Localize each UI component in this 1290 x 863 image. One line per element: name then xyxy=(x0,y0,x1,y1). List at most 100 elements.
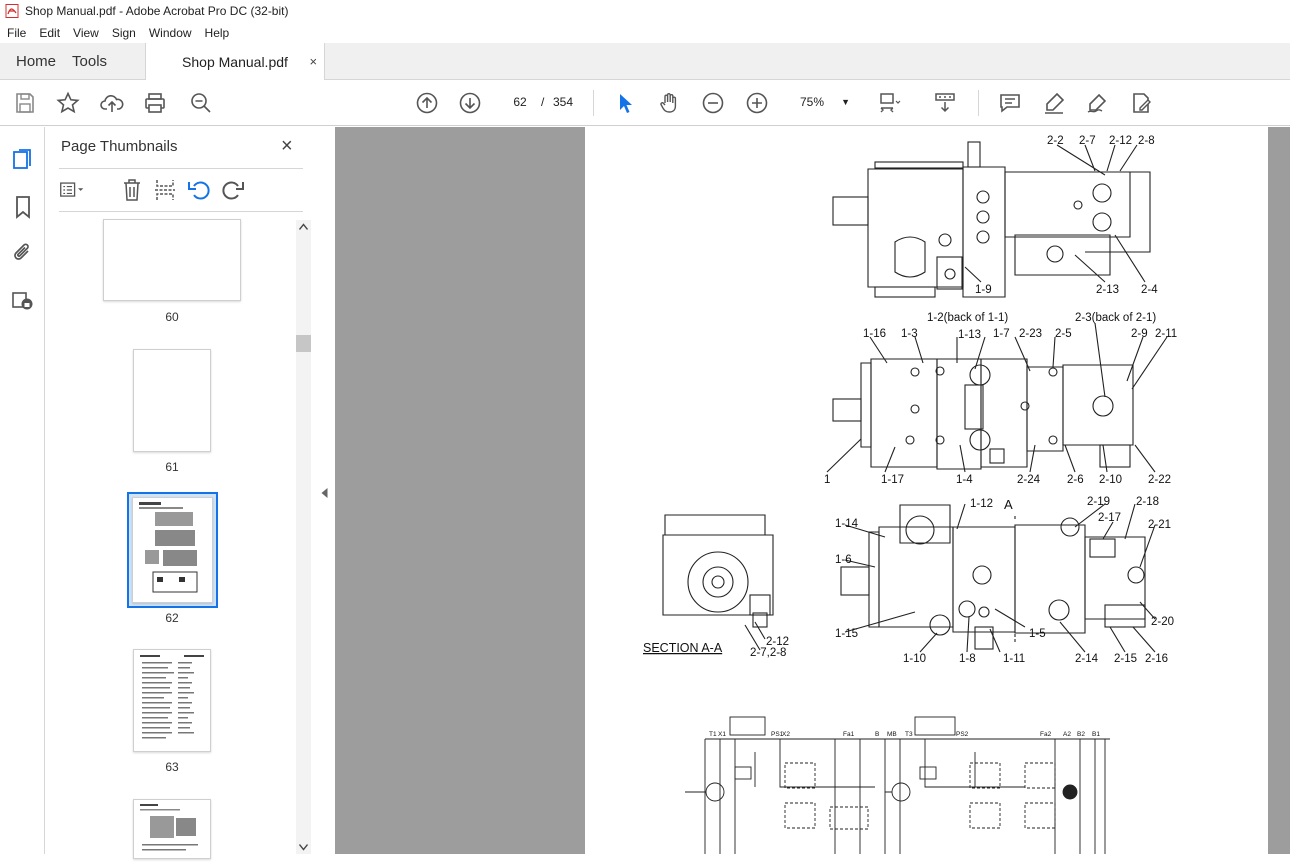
page-thumbnail[interactable] xyxy=(133,799,211,859)
panel-title: Page Thumbnails xyxy=(61,138,178,155)
collapse-left-icon[interactable] xyxy=(321,488,328,498)
document-scrollbar[interactable] xyxy=(1268,127,1290,854)
delete-page-icon[interactable] xyxy=(119,177,145,203)
diagram-label: 1-15 xyxy=(835,628,858,640)
divider xyxy=(59,211,303,212)
divider xyxy=(59,168,303,169)
menu-bar: File Edit View Sign Window Help xyxy=(0,22,1290,43)
fill-sign-icon[interactable] xyxy=(1128,90,1154,116)
schematic-label: PS2 xyxy=(956,731,969,738)
toolbar-divider xyxy=(593,90,594,116)
print-icon[interactable] xyxy=(142,90,168,116)
draw-sign-icon[interactable] xyxy=(1084,90,1110,116)
diagram-label: 2-12 xyxy=(1109,135,1132,147)
bookmark-icon[interactable] xyxy=(10,194,36,220)
thumbnail-label: 60 xyxy=(165,310,179,324)
diagram-label: 2-20 xyxy=(1151,616,1174,628)
diagram-label: 2-15 xyxy=(1114,653,1137,665)
diagram-label: 2-11 xyxy=(1155,328,1177,340)
collapse-panel-handle[interactable] xyxy=(313,127,335,854)
menu-sign[interactable]: Sign xyxy=(105,26,142,40)
menu-window[interactable]: Window xyxy=(142,26,198,40)
diagram-label: 1-5 xyxy=(1029,628,1046,640)
diagram-label: 2-19 xyxy=(1087,496,1110,508)
thumbnails-panel: Page Thumbnails × 60 61 62 63 xyxy=(45,127,313,859)
diagram-label: 1-3 xyxy=(901,328,918,340)
attachment-icon[interactable] xyxy=(10,240,36,266)
find-zoom-icon[interactable] xyxy=(188,90,214,116)
extract-pages-icon[interactable] xyxy=(152,177,178,203)
close-tab-icon[interactable]: × xyxy=(309,54,317,69)
diagram-label: 2-17 xyxy=(1098,512,1121,524)
tab-document[interactable]: Shop Manual.pdf × xyxy=(145,43,326,80)
highlight-pen-icon[interactable] xyxy=(1041,90,1067,116)
diagram-label: 2-9 xyxy=(1131,328,1148,340)
rotate-counterclockwise-icon[interactable] xyxy=(186,177,212,203)
page-thumbnail[interactable] xyxy=(133,349,211,452)
zoom-out-icon[interactable] xyxy=(700,90,726,116)
schematic-label: T3 xyxy=(905,731,913,738)
schematic-label: B xyxy=(875,731,879,738)
diagram-label: 1-7 xyxy=(993,328,1010,340)
diagram-label: A xyxy=(1004,497,1013,512)
scroll-up-icon[interactable] xyxy=(299,223,308,230)
menu-help[interactable]: Help xyxy=(198,26,236,40)
diagram-label: 2-10 xyxy=(1099,474,1122,486)
page-number-input[interactable]: 62 xyxy=(502,89,538,115)
diagram-label: 2-14 xyxy=(1075,653,1099,665)
diagram-label: 1-14 xyxy=(835,518,859,530)
document-viewer[interactable]: 2-2 2-7 2-12 2-8 1-9 2-13 2-4 1-2(back o… xyxy=(335,127,1290,854)
menu-edit[interactable]: Edit xyxy=(32,26,66,40)
diagram-label: 2-16 xyxy=(1145,653,1168,665)
close-panel-icon[interactable]: × xyxy=(281,135,293,158)
pdf-page: 2-2 2-7 2-12 2-8 1-9 2-13 2-4 1-2(back o… xyxy=(585,127,1268,854)
select-cursor-icon[interactable] xyxy=(612,90,638,116)
page-thumbnail[interactable] xyxy=(133,649,211,752)
diagram-label: 2-8 xyxy=(1138,135,1155,147)
schematic-label: MB xyxy=(887,731,897,738)
diagram-label: 1-17 xyxy=(881,474,904,486)
zoom-in-icon[interactable] xyxy=(744,90,770,116)
page-fit-icon[interactable] xyxy=(876,90,902,116)
diagram-label: 2-3(back of 2-1) xyxy=(1075,312,1156,324)
schematic-label: B1 xyxy=(1092,731,1100,738)
tab-bar: Home Tools Shop Manual.pdf × xyxy=(0,43,1290,80)
menu-file[interactable]: File xyxy=(0,26,32,40)
schematic-label: A2 xyxy=(1063,731,1071,738)
page-thumbnail[interactable] xyxy=(103,219,241,301)
thumbnail-drawing xyxy=(139,502,198,593)
scroll-mode-icon[interactable] xyxy=(932,90,958,116)
thumbnails-scrollbar[interactable] xyxy=(296,220,311,854)
comment-icon[interactable] xyxy=(997,90,1023,116)
options-menu-icon[interactable] xyxy=(59,177,85,203)
menu-view[interactable]: View xyxy=(66,26,105,40)
star-icon[interactable] xyxy=(55,90,81,116)
diagram-label: 1-16 xyxy=(863,328,886,340)
hand-tool-icon[interactable] xyxy=(656,90,682,116)
tab-tools[interactable]: Tools xyxy=(72,43,123,79)
security-lock-icon[interactable] xyxy=(10,287,36,313)
diagram-label: 2-21 xyxy=(1148,519,1171,531)
zoom-select[interactable]: 75% ▼ xyxy=(790,89,854,115)
scrollbar-thumb[interactable] xyxy=(296,335,311,352)
diagram-label: 1-13 xyxy=(958,329,981,341)
next-page-icon[interactable] xyxy=(457,90,483,116)
section-label: SECTION A-A xyxy=(643,641,723,655)
save-icon[interactable] xyxy=(12,90,38,116)
left-rail xyxy=(0,127,45,854)
toolbar-divider xyxy=(978,90,979,116)
chevron-down-icon: ▼ xyxy=(841,97,850,107)
diagram-label: 2-23 xyxy=(1019,328,1042,340)
diagram-label: 2-7 xyxy=(1079,135,1096,147)
page-thumbnails-icon[interactable] xyxy=(10,147,36,173)
page-separator: / xyxy=(541,95,545,109)
scroll-down-icon[interactable] xyxy=(299,844,308,851)
page-thumbnail-selected[interactable] xyxy=(132,497,213,603)
total-pages: 354 xyxy=(553,95,574,109)
diagram-label: 1 xyxy=(824,474,830,486)
previous-page-icon[interactable] xyxy=(414,90,440,116)
rotate-clockwise-icon[interactable] xyxy=(220,177,246,203)
tab-home[interactable]: Home xyxy=(0,43,72,79)
share-upload-icon[interactable] xyxy=(99,90,125,116)
diagram-label: 2-4 xyxy=(1141,284,1158,296)
